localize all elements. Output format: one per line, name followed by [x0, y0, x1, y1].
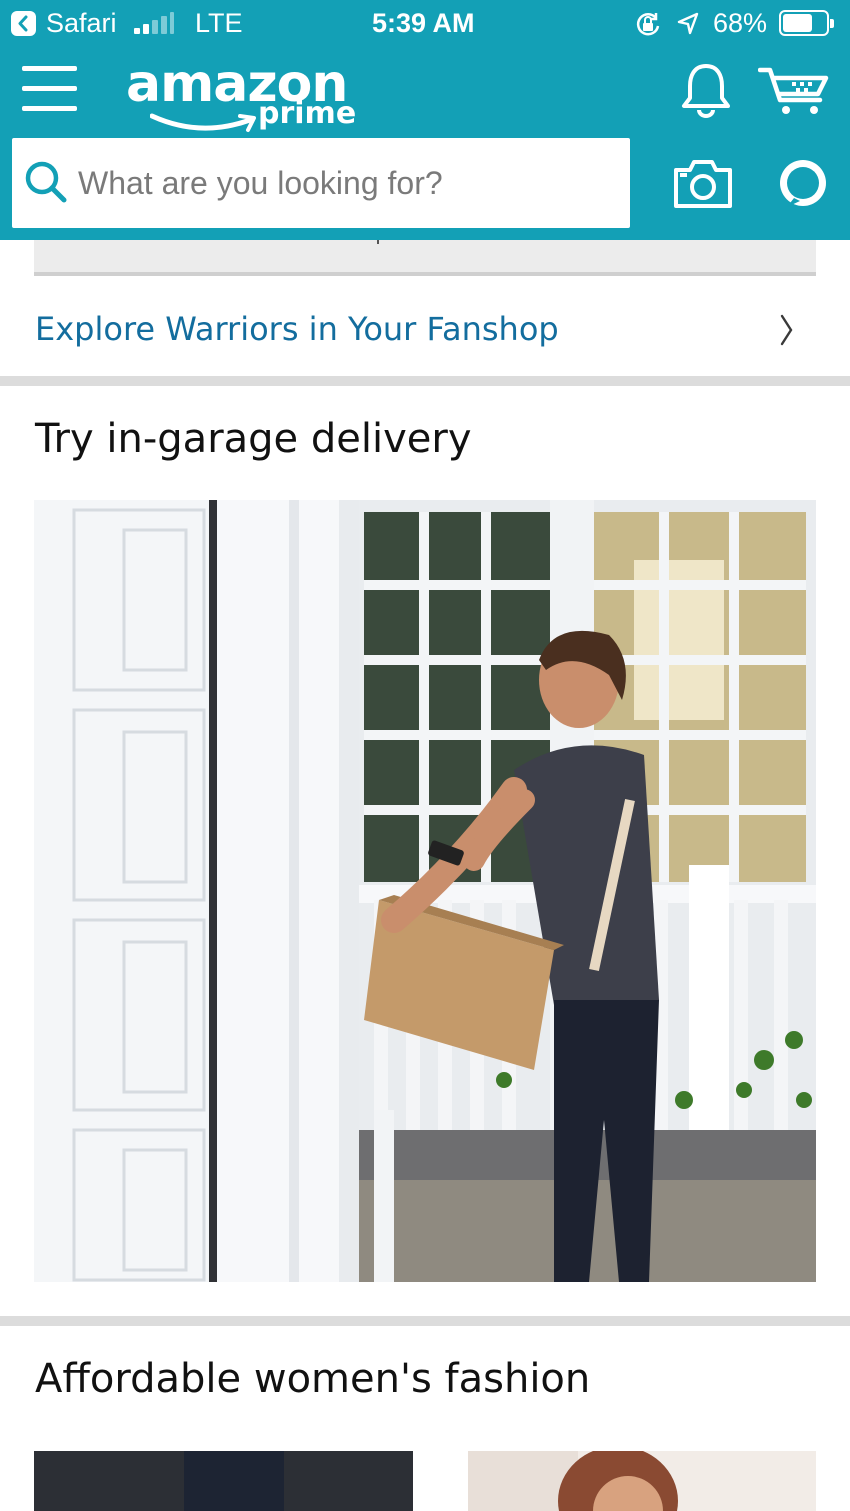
clock: 5:39 AM	[372, 8, 475, 38]
search-box[interactable]	[12, 138, 630, 228]
previous-card-edge	[34, 240, 816, 276]
chevron-left-icon	[18, 15, 28, 32]
section-divider	[0, 1316, 850, 1326]
signal-icon	[134, 12, 174, 34]
smile-arrow-icon	[150, 113, 256, 132]
back-to-app-button[interactable]	[11, 11, 36, 36]
search-input[interactable]	[78, 156, 618, 210]
network-type: LTE	[195, 8, 243, 38]
status-bar: Safari LTE 5:39 AM 68%	[0, 0, 850, 48]
amazon-prime-logo[interactable]: amazon prime	[124, 54, 364, 134]
bell-icon[interactable]	[680, 62, 732, 118]
search-icon	[25, 161, 67, 203]
fanshop-link-row[interactable]: Explore Warriors in Your Fanshop	[0, 290, 850, 370]
app-header: Safari LTE 5:39 AM 68% amazon prime What…	[0, 0, 850, 240]
logo-sub: prime	[258, 96, 357, 131]
chevron-right-icon[interactable]	[776, 312, 796, 348]
section-divider	[0, 376, 850, 386]
battery-icon	[779, 10, 834, 36]
battery-percent: 68%	[713, 8, 768, 38]
fanshop-link[interactable]: Explore Warriors in Your Fanshop	[35, 310, 559, 348]
section-title-fashion: Affordable women's fashion	[35, 1356, 591, 1402]
fashion-thumbnail-1[interactable]	[34, 1451, 413, 1511]
fashion-thumbnail-2[interactable]	[468, 1451, 816, 1511]
menu-button[interactable]	[22, 64, 78, 114]
section-title-garage: Try in-garage delivery	[35, 416, 472, 462]
back-app-label[interactable]: Safari	[46, 8, 117, 39]
camera-icon[interactable]	[672, 158, 734, 210]
garage-delivery-image[interactable]	[34, 500, 816, 1282]
alexa-icon[interactable]	[776, 156, 830, 210]
location-arrow-icon	[677, 12, 699, 35]
cart-icon[interactable]	[758, 64, 830, 116]
rotation-lock-icon	[636, 13, 660, 36]
